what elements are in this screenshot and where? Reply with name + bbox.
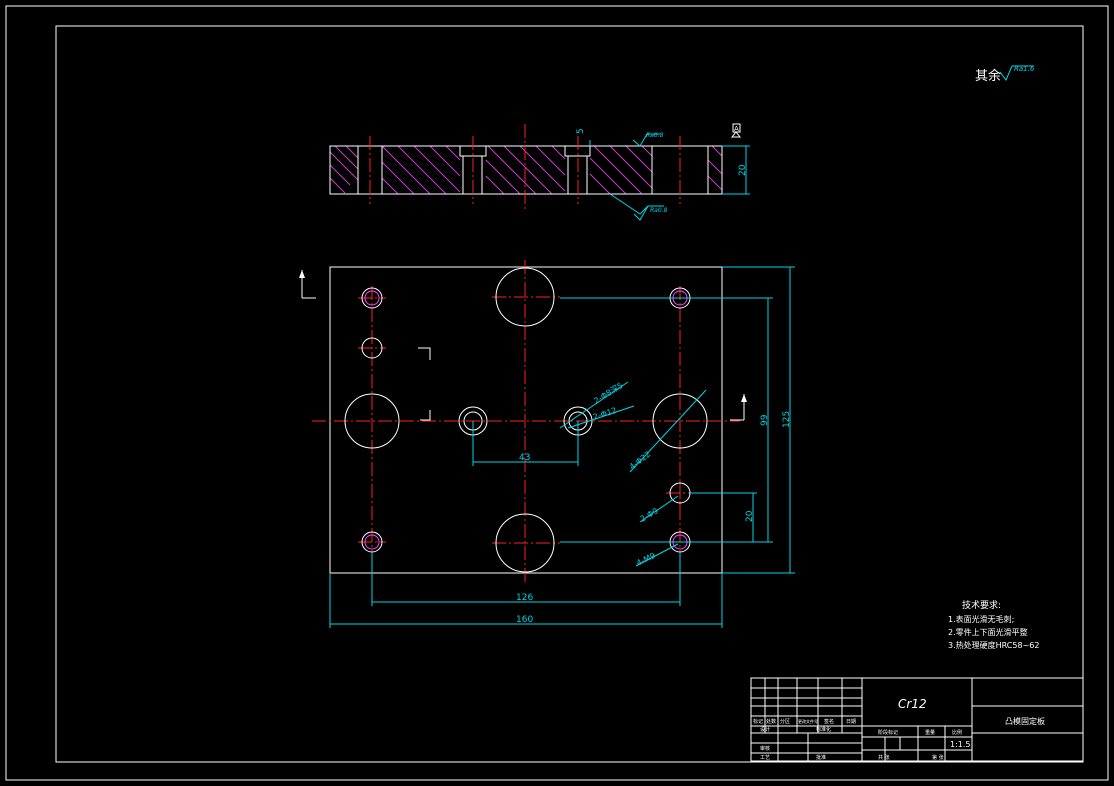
section-marker-top-left [301, 270, 316, 299]
dim-height-holes: 99 [760, 414, 770, 426]
roughness-general-text: Ra1.6 [1014, 65, 1035, 73]
dim-spacing-43: 43 [519, 453, 530, 463]
surface-note-text: 其余 [975, 68, 1001, 84]
roughness-top-text: Ra0.8 [646, 132, 664, 139]
tb-label-zone: 分区 [780, 718, 790, 725]
dim-offset-20: 20 [745, 510, 755, 522]
outer-frame [5, 5, 1109, 781]
tb-label-signature: 签名 [824, 718, 834, 725]
tb-label-mark: 标记 [753, 718, 763, 725]
section-view: 5 20 Ra0.8 Ra0.8 A [329, 123, 750, 221]
section-path-marker [418, 347, 431, 421]
cad-drawing: 其余 Ra1.6 5 20 Ra0.8 Ra0.8 A 160 126 125 … [5, 5, 1109, 781]
dim-step-depth: 5 [576, 128, 586, 134]
tb-label-approve: 批准 [816, 754, 826, 761]
part-name-text: 凸模固定板 [1005, 716, 1045, 726]
tb-label-stage-mark: 阶段标记 [878, 729, 898, 736]
datum-label: A [734, 125, 739, 133]
tech-item-2: 2.零件上下面光滑平整 [948, 627, 1028, 637]
tech-item-3: 3.热处理硬度HRC58~62 [948, 640, 1039, 650]
tb-label-count: 处数 [766, 718, 776, 725]
hatch-pattern [329, 145, 723, 195]
tb-label-designer: 设计 [760, 726, 770, 733]
material-text: Cr12 [898, 697, 927, 711]
tech-requirements: 技术要求: 1.表面光滑无毛刺; 2.零件上下面光滑平整 3.热处理硬度HRC5… [948, 599, 1039, 650]
section-marker-right [730, 394, 745, 421]
scale-text: 1:1.5 [950, 740, 971, 749]
label-dia-12: 2-Φ12 [592, 406, 618, 422]
tb-label-standardize: 标准化 [816, 726, 831, 733]
tech-item-1: 1.表面光滑无毛刺; [948, 614, 1014, 624]
tb-label-process: 工艺 [760, 755, 770, 761]
dim-height-total: 125 [782, 411, 792, 428]
tb-label-date: 日期 [846, 719, 856, 725]
tb-label-review: 审核 [760, 745, 770, 752]
label-dia-9: 2-Φ9 [639, 506, 660, 523]
general-roughness-note: 其余 Ra1.6 [975, 65, 1035, 84]
tb-label-sheet-total: 共 张 [878, 754, 890, 761]
inner-frame [55, 25, 1084, 763]
title-block: Cr12 凸模固定板 1:1.5 标记 处数 分区 更改文件号 签名 日期 设计… [750, 677, 1084, 762]
label-dia-22: 4-Φ22 [628, 449, 653, 471]
plate-outline [329, 266, 723, 574]
tb-label-weight: 重量 [925, 729, 935, 736]
dim-thickness: 20 [738, 164, 748, 176]
dim-width-holes: 126 [516, 593, 533, 603]
tb-label-sheet-no: 第 张 [932, 754, 944, 761]
plan-view: 160 126 125 99 20 43 2-Φ8深5 2-Φ12 4-Φ22 … [299, 260, 795, 628]
tech-title: 技术要求: [962, 599, 1001, 611]
label-dia-counterbore: 2-Φ8深5 [592, 381, 624, 406]
dim-width-total: 160 [516, 615, 533, 625]
label-thread-m9: 4-M9 [635, 551, 657, 568]
roughness-bottom-text: Ra0.8 [650, 207, 668, 214]
tb-label-ratio: 比例 [952, 729, 962, 736]
tb-label-change-doc: 更改文件号 [798, 718, 818, 724]
